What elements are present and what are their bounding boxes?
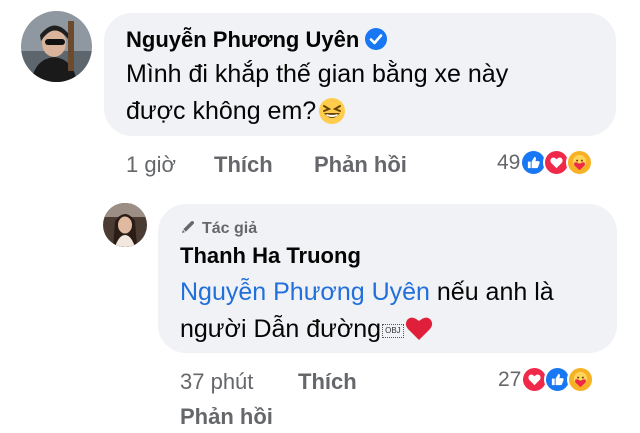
commenter-name-text[interactable]: Nguyễn Phương Uyên — [126, 27, 359, 52]
reply-text-line-1: Nguyễn Phương Uyên nếu anh là — [180, 278, 554, 307]
commenter-name[interactable]: Nguyễn Phương Uyên — [126, 27, 388, 56]
comment-timestamp[interactable]: 1 giờ — [126, 152, 176, 178]
reply-author-avatar[interactable] — [103, 203, 147, 247]
verified-badge-icon — [365, 28, 388, 56]
heart-emoji-icon — [405, 315, 433, 348]
comment-reaction-count[interactable]: 49 — [497, 151, 520, 175]
comment-text-line-2-text: được không em? — [126, 97, 317, 125]
reply-text-line-2: người Dẫn đường OBJ — [180, 315, 433, 348]
reply-author-name[interactable]: Thanh Ha Truong — [180, 243, 361, 269]
reply-text-line-2-text: người Dẫn đường — [180, 315, 382, 343]
author-badge: Tác giả — [180, 219, 257, 240]
laughing-emoji-icon — [318, 97, 346, 132]
care-reaction-icon — [566, 149, 594, 176]
reply-text-line-1-rest: nếu anh là — [429, 278, 554, 306]
mention-link[interactable]: Nguyễn Phương Uyên — [180, 278, 430, 306]
reply-like-button[interactable]: Thích — [298, 369, 357, 395]
obj-placeholder-glyph: OBJ — [382, 324, 404, 338]
comment-like-button[interactable]: Thích — [214, 152, 273, 178]
reply-reactions[interactable]: 27 — [498, 366, 595, 393]
commenter-avatar[interactable] — [21, 11, 92, 82]
reply-reaction-count[interactable]: 27 — [498, 368, 521, 392]
reply-timestamp[interactable]: 37 phút — [180, 369, 253, 395]
comment-reply-button[interactable]: Phản hồi — [314, 152, 407, 178]
comment-text-line-1: Mình đi khắp thế gian bằng xe này — [126, 60, 509, 88]
comment-reactions[interactable]: 49 — [497, 149, 594, 176]
care-reaction-icon — [567, 366, 595, 393]
pencil-icon — [180, 219, 196, 240]
reply-reply-button[interactable]: Phản hồi — [180, 404, 273, 430]
comment-text-line-2: được không em? — [126, 97, 346, 132]
author-badge-label: Tác giả — [202, 220, 258, 237]
